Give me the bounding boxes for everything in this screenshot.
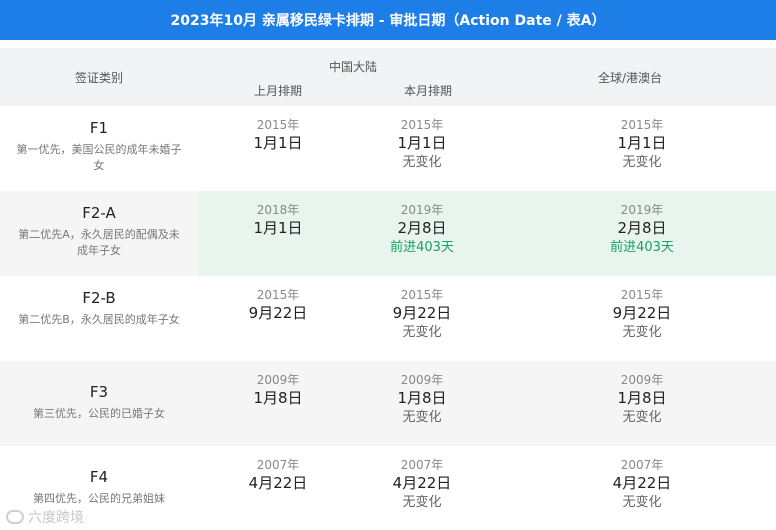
month-day: 1月8日 — [617, 389, 667, 407]
year: 2015年 — [256, 118, 300, 132]
last-month-cell: 2018年 1月1日 — [198, 191, 358, 276]
change-status: 前进403天 — [610, 240, 674, 255]
global-cell: 2015年 1月1日 无变化 — [562, 106, 722, 191]
last-month-cell: 2015年 1月1日 — [198, 106, 358, 191]
last-month-cell: 2007年 4月22日 — [198, 446, 358, 530]
table-row: F2-A 第二优先A，永久居民的配偶及未成年子女 2018年 1月1日 2019… — [0, 191, 776, 276]
this-month-cell: 2015年 1月1日 无变化 — [342, 106, 502, 191]
month-day: 4月22日 — [612, 474, 672, 492]
change-status: 前进403天 — [390, 240, 454, 255]
year: 2009年 — [256, 373, 300, 387]
watermark: 六度跨境 — [6, 507, 84, 527]
year: 2007年 — [620, 458, 664, 472]
category-code: F4 — [89, 468, 109, 486]
change-status: 无变化 — [622, 410, 662, 425]
month-day: 9月22日 — [612, 304, 672, 322]
category-desc: 第四优先，公民的兄弟姐妹 — [33, 492, 165, 505]
year: 2015年 — [620, 288, 664, 302]
year: 2015年 — [400, 288, 444, 302]
category-desc: 第一优先，美国公民的成年未婚子女 — [16, 143, 182, 172]
category-code: F3 — [89, 383, 109, 401]
month-day: 1月1日 — [253, 219, 303, 237]
year: 2015年 — [256, 288, 300, 302]
header-global: 全球/港澳台 — [597, 71, 663, 85]
category-cell: F2-B 第二优先B，永久居民的成年子女 — [0, 276, 198, 361]
month-day: 9月22日 — [248, 304, 308, 322]
table-row: F4 第四优先，公民的兄弟姐妹 2007年 4月22日 2007年 4月22日 … — [0, 446, 776, 530]
month-day: 1月1日 — [397, 134, 447, 152]
header-category: 签证类别 — [74, 71, 123, 85]
change-status: 无变化 — [402, 495, 442, 510]
month-day: 1月1日 — [617, 134, 667, 152]
header-china: 中国大陆 — [328, 60, 377, 74]
year: 2019年 — [400, 203, 444, 217]
change-status: 无变化 — [622, 325, 662, 340]
table-row: F1 第一优先，美国公民的成年未婚子女 2015年 1月1日 2015年 1月1… — [0, 106, 776, 191]
category-desc: 第二优先A，永久居民的配偶及未成年子女 — [18, 228, 180, 257]
month-day: 9月22日 — [392, 304, 452, 322]
watermark-logo-icon — [6, 510, 24, 524]
header-last-month: 上月排期 — [253, 84, 302, 98]
category-desc: 第二优先B，永久居民的成年子女 — [18, 313, 180, 326]
this-month-cell: 2007年 4月22日 无变化 — [342, 446, 502, 530]
global-cell: 2015年 9月22日 无变化 — [562, 276, 722, 361]
this-month-cell: 2009年 1月8日 无变化 — [342, 361, 502, 446]
month-day: 1月1日 — [253, 134, 303, 152]
month-day: 4月22日 — [248, 474, 308, 492]
header-this-month: 本月排期 — [403, 84, 452, 98]
table-row: F3 第三优先，公民的已婚子女 2009年 1月8日 2009年 1月8日 无变… — [0, 361, 776, 446]
month-day: 2月8日 — [397, 219, 447, 237]
year: 2009年 — [400, 373, 444, 387]
category-code: F2-A — [82, 204, 116, 222]
year: 2015年 — [620, 118, 664, 132]
category-code: F2-B — [82, 289, 116, 307]
category-cell: F2-A 第二优先A，永久居民的配偶及未成年子女 — [0, 191, 198, 276]
global-cell: 2009年 1月8日 无变化 — [562, 361, 722, 446]
month-day: 2月8日 — [617, 219, 667, 237]
year: 2018年 — [256, 203, 300, 217]
category-cell: F1 第一优先，美国公民的成年未婚子女 — [0, 106, 198, 191]
year: 2007年 — [400, 458, 444, 472]
table-row: F2-B 第二优先B，永久居民的成年子女 2015年 9月22日 2015年 9… — [0, 276, 776, 361]
year: 2007年 — [256, 458, 300, 472]
change-status: 无变化 — [622, 495, 662, 510]
year: 2019年 — [620, 203, 664, 217]
global-cell: 2019年 2月8日 前进403天 — [562, 191, 722, 276]
change-status: 无变化 — [402, 410, 442, 425]
table-header: 签证类别 中国大陆 上月排期 本月排期 全球/港澳台 — [0, 48, 776, 106]
this-month-cell: 2019年 2月8日 前进403天 — [342, 191, 502, 276]
page-title: 2023年10月 亲属移民绿卡排期 - 审批日期（Action Date / 表… — [0, 0, 776, 40]
last-month-cell: 2009年 1月8日 — [198, 361, 358, 446]
change-status: 无变化 — [402, 155, 442, 170]
year: 2015年 — [400, 118, 444, 132]
month-day: 1月8日 — [253, 389, 303, 407]
month-day: 4月22日 — [392, 474, 452, 492]
category-cell: F3 第三优先，公民的已婚子女 — [0, 361, 198, 446]
last-month-cell: 2015年 9月22日 — [198, 276, 358, 361]
category-code: F1 — [89, 119, 109, 137]
change-status: 无变化 — [622, 155, 662, 170]
category-desc: 第三优先，公民的已婚子女 — [33, 407, 165, 420]
watermark-text: 六度跨境 — [28, 510, 84, 526]
year: 2009年 — [620, 373, 664, 387]
month-day: 1月8日 — [397, 389, 447, 407]
global-cell: 2007年 4月22日 无变化 — [562, 446, 722, 530]
change-status: 无变化 — [402, 325, 442, 340]
this-month-cell: 2015年 9月22日 无变化 — [342, 276, 502, 361]
